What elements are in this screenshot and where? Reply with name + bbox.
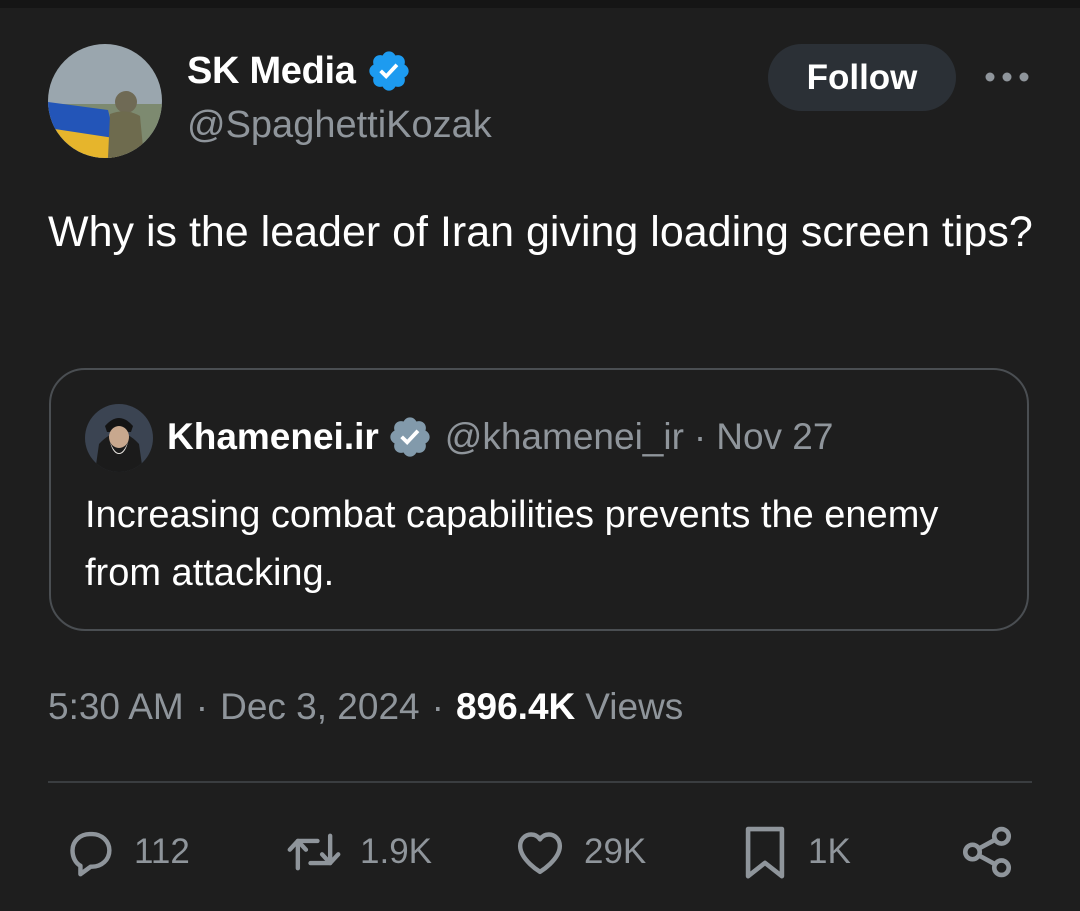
bookmark-button[interactable]: 1K xyxy=(738,822,851,882)
quoted-tweet-card[interactable]: Khamenei.ir @khamenei_ir · Nov 27 Increa… xyxy=(49,368,1029,631)
meta-separator: · xyxy=(195,686,209,727)
more-horizontal-icon xyxy=(985,72,1029,82)
quoted-tweet-text: Increasing combat capabilities prevents … xyxy=(85,494,939,594)
like-button[interactable]: 29K xyxy=(512,822,646,882)
author-handle[interactable]: @SpaghettiKozak xyxy=(187,104,492,147)
divider xyxy=(48,781,1032,783)
author-avatar[interactable] xyxy=(48,44,162,158)
verified-badge-gray-icon xyxy=(387,414,433,460)
author-name-row: SK Media xyxy=(187,48,412,94)
tweet-page: SK Media @SpaghettiKozak Follow Why is t… xyxy=(0,0,1080,911)
author-display-name[interactable]: SK Media xyxy=(187,50,356,93)
meta-separator-2: · xyxy=(431,686,444,727)
quoted-tweet-header: Khamenei.ir @khamenei_ir · Nov 27 xyxy=(167,412,833,462)
share-icon xyxy=(958,823,1016,881)
views-count[interactable]: 896.4K xyxy=(456,686,575,728)
bookmark-count: 1K xyxy=(808,832,851,871)
retweet-button[interactable]: 1.9K xyxy=(284,822,432,882)
retweet-icon xyxy=(284,824,344,880)
share-button[interactable] xyxy=(958,822,1016,882)
like-count: 29K xyxy=(584,832,647,871)
quoted-author-avatar[interactable] xyxy=(85,404,153,472)
tweet-date[interactable]: Dec 3, 2024 xyxy=(220,686,420,728)
views-label: Views xyxy=(585,686,684,727)
quoted-tweet-date[interactable]: Nov 27 xyxy=(716,416,833,458)
quoted-author-handle[interactable]: @khamenei_ir xyxy=(445,416,684,458)
tweet-time[interactable]: 5:30 AM xyxy=(48,686,184,728)
reply-count: 112 xyxy=(134,832,190,871)
verified-badge-icon xyxy=(366,48,412,94)
bookmark-icon xyxy=(738,823,792,881)
reply-button[interactable]: 112 xyxy=(62,822,190,882)
quoted-separator: · xyxy=(693,416,707,457)
reply-icon xyxy=(62,824,118,880)
top-edge xyxy=(0,0,1080,8)
retweet-count: 1.9K xyxy=(360,832,432,871)
quoted-author-name[interactable]: Khamenei.ir xyxy=(167,416,379,458)
more-options-button[interactable] xyxy=(982,60,1032,94)
follow-button[interactable]: Follow xyxy=(768,44,956,111)
heart-icon xyxy=(512,824,568,880)
tweet-text: Why is the leader of Iran giving loading… xyxy=(48,208,1033,256)
tweet-meta: 5:30 AM · Dec 3, 2024 · 896.4K Views xyxy=(48,682,683,732)
